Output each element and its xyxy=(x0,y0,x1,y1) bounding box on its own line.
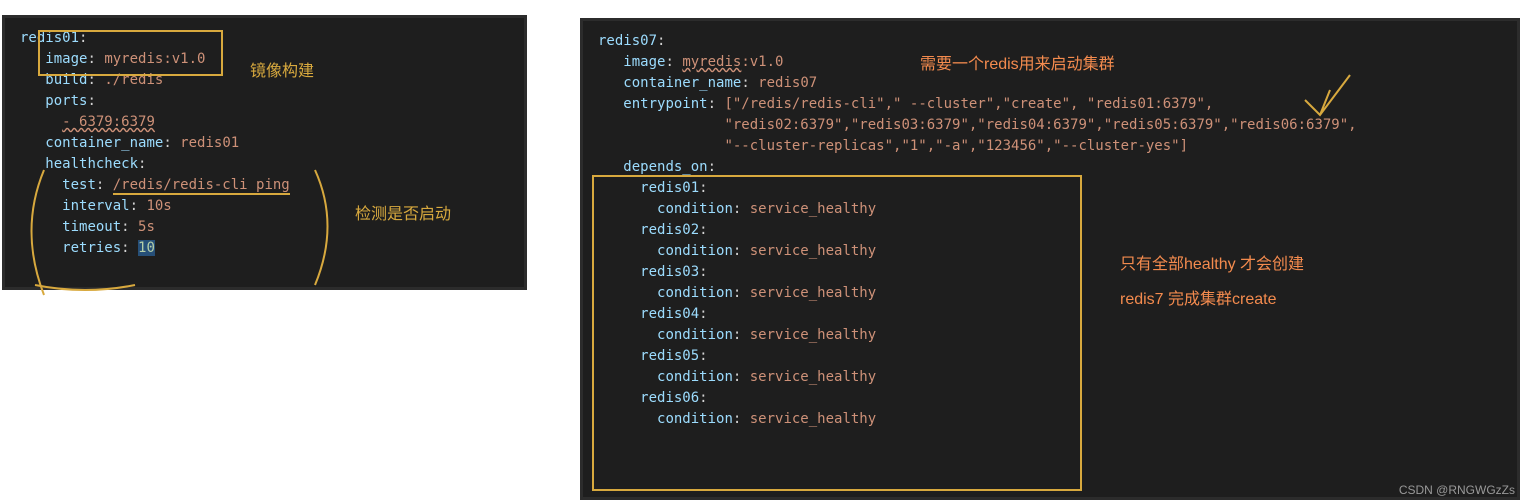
yaml-key: redis01 xyxy=(640,180,699,196)
code-line: condition: service_healthy xyxy=(598,283,1502,304)
code-line: retries: 10 xyxy=(20,238,509,259)
code-line: redis02: xyxy=(598,220,1502,241)
yaml-key: retries xyxy=(62,240,121,256)
yaml-key: condition xyxy=(657,327,733,343)
annotation-redis7-complete: redis7 完成集群create xyxy=(1120,285,1277,309)
yaml-key: redis02 xyxy=(640,222,699,238)
yaml-key: container_name xyxy=(45,135,163,151)
yaml-value: ["/redis/redis-cli"," --cluster","create… xyxy=(724,96,1213,112)
yaml-key: condition xyxy=(657,285,733,301)
yaml-value: 10s xyxy=(146,198,171,214)
code-line: entrypoint: ["/redis/redis-cli"," --clus… xyxy=(598,94,1502,115)
yaml-key: build xyxy=(45,72,87,88)
code-line: condition: service_healthy xyxy=(598,199,1502,220)
yaml-key: redis04 xyxy=(640,306,699,322)
yaml-value: - 6379:6379 xyxy=(62,114,155,130)
code-line: redis03: xyxy=(598,262,1502,283)
yaml-key: image xyxy=(623,54,665,70)
yaml-value: redis01 xyxy=(180,135,239,151)
yaml-value: redis07 xyxy=(758,75,817,91)
code-line: condition: service_healthy xyxy=(598,325,1502,346)
annotation-need-redis: 需要一个redis用来启动集群 xyxy=(920,50,1115,74)
code-line: depends_on: xyxy=(598,157,1502,178)
yaml-value: 5s xyxy=(138,219,155,235)
code-line: redis04: xyxy=(598,304,1502,325)
yaml-value: ./redis xyxy=(104,72,163,88)
code-line: condition: service_healthy xyxy=(598,409,1502,430)
yaml-value: 10 xyxy=(138,240,155,256)
deps-container: redis01: condition: service_healthy redi… xyxy=(598,178,1502,430)
code-line: container_name: redis01 xyxy=(20,133,509,154)
yaml-key: condition xyxy=(657,411,733,427)
code-editor-right: redis07: image: myredis:v1.0 container_n… xyxy=(580,18,1520,500)
yaml-key: depends_on xyxy=(623,159,707,175)
code-line: redis05: xyxy=(598,346,1502,367)
annotation-only-healthy: 只有全部healthy 才会创建 xyxy=(1120,250,1304,274)
yaml-value: service_healthy xyxy=(750,201,876,217)
code-line: redis07: xyxy=(598,31,1502,52)
yaml-key: ports xyxy=(45,93,87,109)
annotation-image-build: 镜像构建 xyxy=(250,57,314,81)
yaml-key: entrypoint xyxy=(623,96,707,112)
yaml-value: /redis/redis-cli ping xyxy=(113,177,290,195)
yaml-value: "--cluster-replicas","1","-a","123456","… xyxy=(724,138,1188,154)
yaml-value: service_healthy xyxy=(750,369,876,385)
code-line: condition: service_healthy xyxy=(598,241,1502,262)
yaml-value: :v1.0 xyxy=(741,54,783,70)
yaml-key: condition xyxy=(657,201,733,217)
yaml-value: service_healthy xyxy=(750,327,876,343)
code-line: container_name: redis07 xyxy=(598,73,1502,94)
yaml-key: healthcheck xyxy=(45,156,138,172)
yaml-key: redis03 xyxy=(640,264,699,280)
yaml-key: redis05 xyxy=(640,348,699,364)
annotation-health-detect: 检测是否启动 xyxy=(355,200,451,224)
code-line: test: /redis/redis-cli ping xyxy=(20,175,509,196)
yaml-key: redis01 xyxy=(20,30,79,46)
yaml-key: interval xyxy=(62,198,129,214)
code-line: ports: xyxy=(20,91,509,112)
code-line: redis01: xyxy=(598,178,1502,199)
yaml-value: "redis02:6379","redis03:6379","redis04:6… xyxy=(724,117,1356,133)
yaml-key: redis06 xyxy=(640,390,699,406)
yaml-key: redis07 xyxy=(598,33,657,49)
yaml-key: timeout xyxy=(62,219,121,235)
yaml-key: container_name xyxy=(623,75,741,91)
yaml-key: condition xyxy=(657,369,733,385)
code-line: healthcheck: xyxy=(20,154,509,175)
code-line: condition: service_healthy xyxy=(598,367,1502,388)
yaml-key: condition xyxy=(657,243,733,259)
watermark: CSDN @RNGWGzZs xyxy=(1399,483,1515,497)
yaml-value: myredis xyxy=(682,54,741,70)
yaml-key: test xyxy=(62,177,96,193)
yaml-value: service_healthy xyxy=(750,243,876,259)
code-line: redis06: xyxy=(598,388,1502,409)
code-line: "--cluster-replicas","1","-a","123456","… xyxy=(598,136,1502,157)
yaml-value: myredis:v1.0 xyxy=(104,51,205,67)
yaml-value: service_healthy xyxy=(750,285,876,301)
code-line: "redis02:6379","redis03:6379","redis04:6… xyxy=(598,115,1502,136)
yaml-key: image xyxy=(45,51,87,67)
code-line: redis01: xyxy=(20,28,509,49)
yaml-value: service_healthy xyxy=(750,411,876,427)
code-line: - 6379:6379 xyxy=(20,112,509,133)
